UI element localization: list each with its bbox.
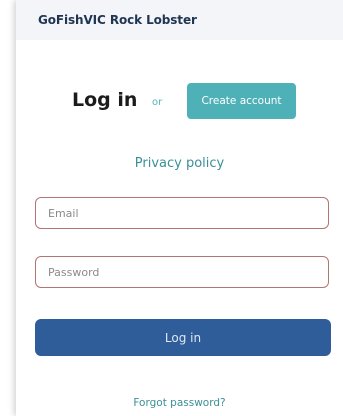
login-screen: GoFishVIC Rock Lobster Log in or Create … — [16, 0, 343, 416]
app-title: GoFishVIC Rock Lobster — [38, 13, 197, 27]
login-heading: Log in — [72, 89, 138, 111]
password-field[interactable] — [35, 256, 329, 288]
email-field[interactable] — [35, 197, 329, 229]
forgot-password-link[interactable]: Forgot password? — [16, 397, 343, 409]
app-header: GoFishVIC Rock Lobster — [16, 0, 343, 40]
login-button[interactable]: Log in — [35, 319, 331, 356]
privacy-policy-link[interactable]: Privacy policy — [16, 156, 343, 171]
or-separator: or — [152, 97, 163, 108]
create-account-button[interactable]: Create account — [187, 83, 296, 119]
